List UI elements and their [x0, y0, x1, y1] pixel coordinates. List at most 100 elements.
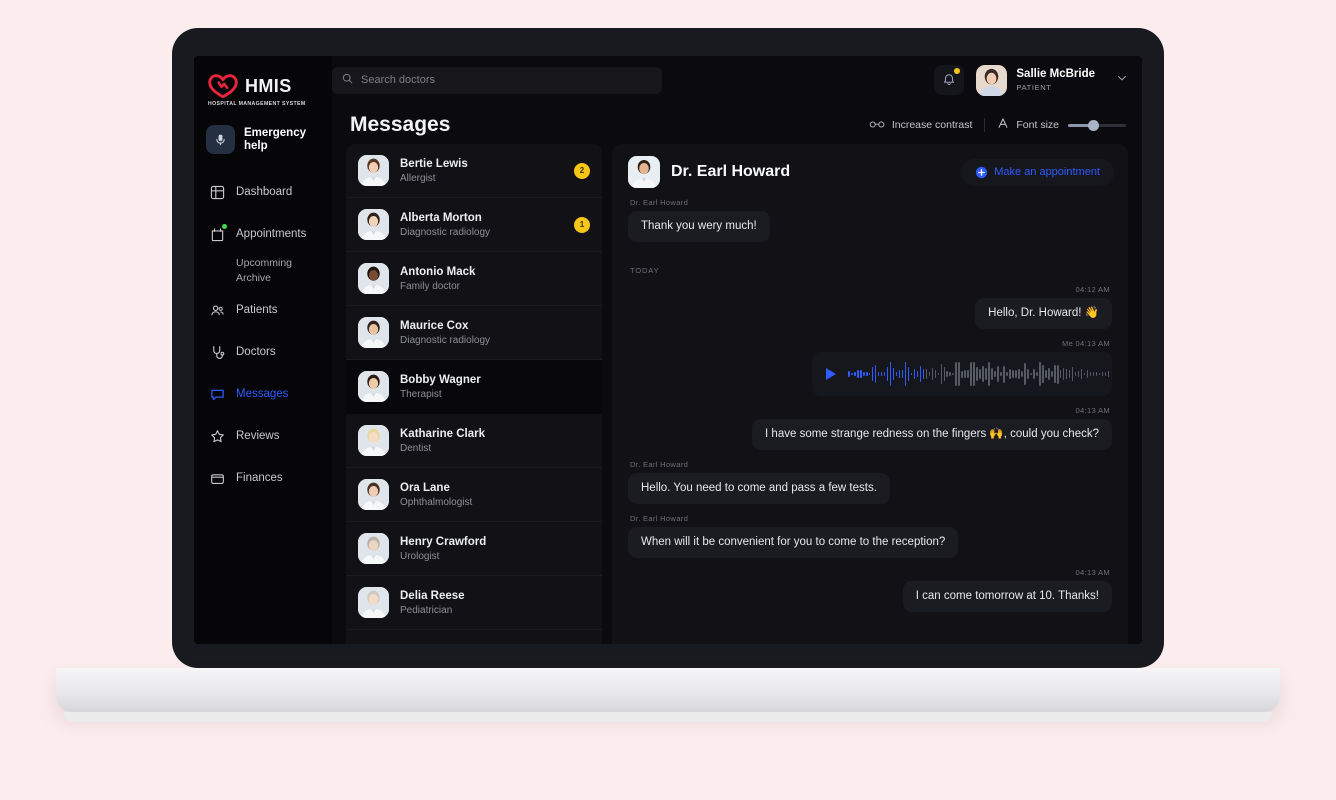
- heart-icon: [208, 74, 238, 99]
- waveform-bar: [922, 369, 925, 379]
- waveform-bar: [985, 368, 987, 380]
- conversation-avatar: [358, 317, 389, 348]
- sidebar-item-upcomming[interactable]: Upcomming: [236, 256, 332, 271]
- waveform-bar: [928, 371, 931, 377]
- waveform-bar: [1095, 371, 1098, 377]
- conversation-item[interactable]: Antonio Mack Family doctor: [346, 252, 602, 306]
- chat-bubble-icon: [209, 386, 225, 402]
- emergency-help-button[interactable]: Emergency help: [206, 125, 332, 154]
- waveform-bar: [1041, 364, 1044, 384]
- message-bubble: I have some strange redness on the finge…: [752, 419, 1112, 450]
- conversation-specialty: Therapist: [400, 388, 442, 400]
- conversation-text: Delia Reese Pediatrician: [400, 590, 590, 616]
- waveform-bar: [1071, 367, 1074, 381]
- sidebar-label-reviews: Reviews: [236, 430, 280, 442]
- search-input[interactable]: [361, 74, 652, 86]
- sidebar-item-patients[interactable]: Patients: [194, 294, 332, 326]
- plus-circle-icon: [975, 166, 988, 179]
- page-title: Messages: [350, 113, 451, 136]
- waveform[interactable]: [848, 361, 1110, 387]
- message-list[interactable]: Dr. Earl Howard Thank you wery much! TODAY…: [612, 198, 1128, 644]
- sidebar-item-reviews[interactable]: Reviews: [194, 420, 332, 452]
- waveform-bar: [952, 372, 955, 376]
- accessibility-toolbar: Increase contrast Font size: [869, 116, 1126, 134]
- message-bubble: Thank you wery much!: [628, 211, 770, 242]
- waveform-bar: [1030, 372, 1032, 376]
- conversation-text: Alberta Morton Diagnostic radiology: [400, 212, 563, 238]
- conversation-item[interactable]: Maurice Cox Diagnostic radiology: [346, 306, 602, 360]
- conversation-text: Antonio Mack Family doctor: [400, 266, 590, 292]
- unread-badge: 1: [574, 216, 590, 233]
- play-icon[interactable]: [826, 368, 836, 380]
- conversation-text: Maurice Cox Diagnostic radiology: [400, 320, 590, 346]
- sidebar-item-appointments[interactable]: Appointments: [194, 218, 332, 250]
- conversation-item[interactable]: Bertie Lewis Allergist 2: [346, 144, 602, 198]
- waveform-bar: [1074, 371, 1077, 377]
- waveform-bar: [997, 365, 999, 383]
- microphone-icon: [206, 125, 235, 154]
- conversation-item[interactable]: Henry Crawford Urologist: [346, 522, 602, 576]
- conversation-avatar: [358, 263, 389, 294]
- waveform-bar: [865, 372, 868, 376]
- notification-dot: [954, 68, 961, 74]
- letter-a-icon: [997, 116, 1009, 134]
- laptop-frame: HMIS HOSPITAL MANAGEMENT SYSTEM Emergenc…: [172, 28, 1164, 668]
- waveform-bar: [934, 370, 937, 378]
- conversation-specialty: Pediatrician: [400, 604, 453, 616]
- conversation-specialty: Family doctor: [400, 280, 461, 292]
- sidebar-item-doctors[interactable]: Doctors: [194, 336, 332, 368]
- conversation-specialty: Diagnostic radiology: [400, 226, 491, 238]
- chat-avatar: [628, 156, 660, 188]
- conversation-item[interactable]: Katharine Clark Dentist: [346, 414, 602, 468]
- waveform-bar: [874, 365, 877, 383]
- sidebar-item-dashboard[interactable]: Dashboard: [194, 176, 332, 208]
- audio-message[interactable]: [812, 352, 1112, 396]
- laptop-foot: [64, 712, 1272, 722]
- notification-dot: [222, 224, 227, 229]
- conversation-name: Ora Lane: [400, 481, 450, 494]
- waveform-bar: [1009, 368, 1011, 380]
- waveform-bar: [892, 368, 895, 380]
- make-appointment-button[interactable]: Make an appointment: [961, 158, 1114, 186]
- main-area: Sallie McBride PATIENT Messages: [332, 56, 1142, 644]
- waveform-bar: [1033, 369, 1035, 379]
- grid-icon: [209, 184, 225, 200]
- slider-knob[interactable]: [1088, 119, 1099, 131]
- waveform-bar: [1024, 363, 1026, 385]
- waveform-bar: [973, 362, 975, 386]
- conversation-avatar: [358, 371, 389, 402]
- message-meta: 04:12 AM: [1075, 285, 1110, 294]
- waveform-bar: [955, 362, 958, 386]
- sidebar-item-finances[interactable]: Finances: [194, 462, 332, 494]
- increase-contrast-button[interactable]: Increase contrast: [869, 116, 972, 134]
- waveform-bar: [1068, 369, 1071, 379]
- sidebar: HMIS HOSPITAL MANAGEMENT SYSTEM Emergenc…: [194, 56, 332, 644]
- user-menu[interactable]: Sallie McBride PATIENT: [976, 64, 1128, 96]
- message-meta: 04:13 AM: [1075, 568, 1110, 577]
- waveform-bar: [967, 370, 969, 378]
- conversation-item[interactable]: Delia Reese Pediatrician: [346, 576, 602, 630]
- sidebar-item-archive[interactable]: Archive: [236, 271, 332, 286]
- chevron-down-icon[interactable]: [1116, 71, 1128, 89]
- sidebar-label-messages: Messages: [236, 388, 289, 400]
- waveform-bar: [898, 369, 901, 379]
- font-size-slider[interactable]: [1068, 119, 1126, 131]
- conversation-list[interactable]: Bertie Lewis Allergist 2 Alberta Morton Diag…: [346, 144, 602, 644]
- notifications-button[interactable]: [934, 65, 965, 95]
- page-header: Messages Increase contrast Font size: [332, 104, 1142, 144]
- search-bar[interactable]: [332, 66, 662, 94]
- conversation-specialty: Urologist: [400, 550, 440, 562]
- conversation-item[interactable]: Alberta Morton Diagnostic radiology 1: [346, 198, 602, 252]
- conversation-name: Delia Reese: [400, 589, 465, 602]
- sidebar-nav: Dashboard Appointments Upcomming Archive…: [194, 176, 332, 494]
- waveform-bar: [976, 367, 978, 381]
- waveform-bar: [862, 371, 865, 377]
- conversation-item[interactable]: Ora Lane Ophthalmologist: [346, 468, 602, 522]
- font-size-control[interactable]: Font size: [997, 116, 1059, 134]
- message-row: When will it be convenient for you to co…: [628, 527, 1112, 558]
- message-meta: Dr. Earl Howard: [630, 198, 689, 207]
- logo[interactable]: HMIS HOSPITAL MANAGEMENT SYSTEM: [194, 56, 332, 107]
- conversation-item[interactable]: Bobby Wagner Therapist: [346, 360, 602, 414]
- conversation-name: Bertie Lewis: [400, 157, 468, 170]
- sidebar-item-messages[interactable]: Messages: [194, 378, 332, 410]
